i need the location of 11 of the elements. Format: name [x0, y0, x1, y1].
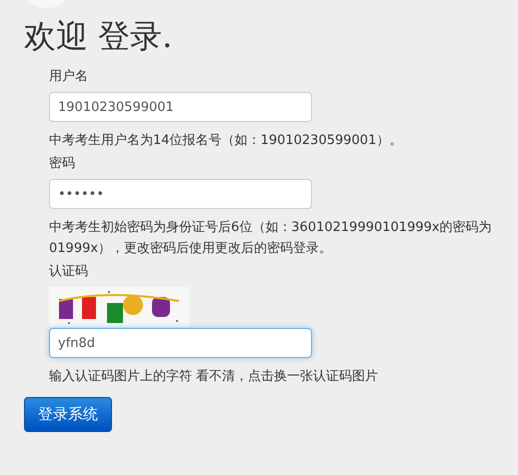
field-label: 密码	[49, 155, 76, 173]
field-label: 用户名	[49, 68, 89, 86]
input-field[interactable]: yfn8d	[49, 328, 312, 358]
input-field[interactable]: 19010230599001	[49, 92, 312, 122]
login-button[interactable]: 登录系统	[24, 397, 112, 432]
help-text: 中考考生初始密码为身份证号后6位（如：36010219990101999x的密码为01999x），更改密码后使用更改后的密码登录。	[49, 219, 493, 258]
input-field[interactable]: ••••••	[49, 179, 312, 209]
help-text: 中考考生用户名为14位报名号（如：19010230599001）。	[49, 132, 404, 150]
page-title: 欢迎 登录.	[24, 20, 172, 52]
help-text: 输入认证码图片上的字符 看不清，点击换一张认证码图片	[49, 368, 380, 386]
field-label: 认证码	[49, 263, 89, 281]
